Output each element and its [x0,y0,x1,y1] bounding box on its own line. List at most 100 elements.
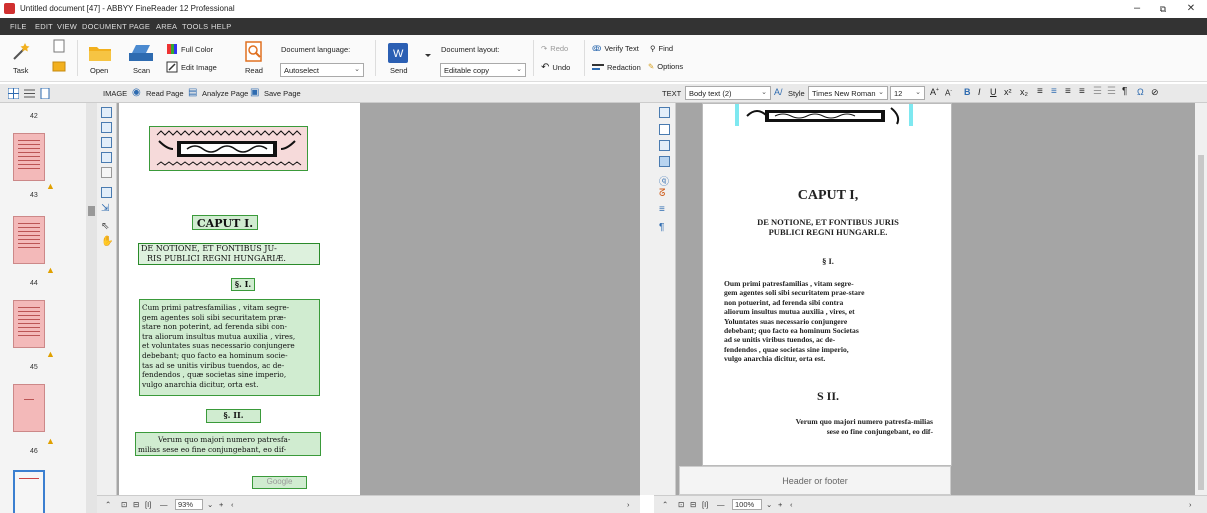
save-page-button[interactable]: Save Page [264,89,301,98]
read-page-button[interactable]: Read Page [146,89,184,98]
undo-button[interactable]: ↶ Undo [541,62,570,73]
check-spelling-icon[interactable]: ᘔ [659,188,670,199]
menu-page[interactable]: PAGE [129,22,150,31]
chevron-right-icon[interactable]: › [627,500,630,509]
background-area-tool-icon[interactable] [101,167,112,178]
table-tool-icon[interactable] [659,156,670,167]
subscript-icon[interactable]: x₂ [1020,87,1028,97]
new-doc-icon[interactable] [52,39,66,53]
scroll-thumb[interactable] [1198,155,1204,490]
underline-icon[interactable]: U [990,87,997,97]
align-left-icon[interactable]: ≡ [1037,86,1043,97]
thumbnail-46[interactable] [13,384,45,432]
picture-tool-icon[interactable] [659,140,670,151]
menu-tools[interactable]: TOOLS [182,22,208,31]
menu-file[interactable]: FILE [10,22,27,31]
show-text-icon[interactable] [659,107,670,118]
recognized-text-page[interactable]: CAPUT I, DE NOTIONE, ET FONTIBUS JURIS P… [702,103,952,466]
hyperlink-icon[interactable]: ⊘ [1151,87,1159,98]
doc-language-select[interactable]: Autoselect ⌄ [280,63,364,77]
analyze-page-button[interactable]: Analyze Page [202,89,248,98]
fit-width-icon[interactable]: ⊟ [690,500,696,509]
zoom-input[interactable]: 93% [175,499,203,510]
justify-icon[interactable]: ≡ [1079,86,1085,97]
heading-text[interactable]: DE NOTIONE, ET FONTIBUS JURIS PUBLICI RE… [703,217,953,237]
chevron-left-icon[interactable]: ‹ [790,500,793,509]
image-pane-scrollbar[interactable] [640,103,654,495]
edit-image-button[interactable]: Edit Image [166,61,217,73]
verify-text-button[interactable]: ↂ Verify Text [592,44,639,53]
list-numbers-icon[interactable]: ☰ [1107,86,1116,97]
font-select[interactable]: Times New Roman ⌄ [808,86,888,100]
thumbnail-grid-icon[interactable] [8,88,19,99]
pilcrow-icon[interactable]: ¶ [1122,86,1127,97]
chevron-left-icon[interactable]: ‹ [231,500,234,509]
caput-heading-text[interactable]: CAPUT I, [703,188,953,204]
send-button[interactable]: Send [390,66,408,75]
font-size-select[interactable]: 12 ⌄ [890,86,925,100]
menu-view[interactable]: VIEW [57,22,77,31]
superscript-icon[interactable]: x² [1004,87,1012,97]
menu-document[interactable]: DOCUMENT [82,22,127,31]
section-1-area[interactable]: §. I. [231,278,255,291]
close-button[interactable]: ✕ [1181,3,1201,14]
style-button[interactable]: Style [788,89,805,98]
redaction-button[interactable]: Redaction [592,62,641,72]
zoom-in-icon[interactable]: + [778,500,782,509]
header-footer-area[interactable]: Header or footer [679,466,951,495]
image-pane[interactable]: CAPUT I. DE NOTIONE, ET FONTIBUS JU- RIS… [117,103,640,495]
thumbnail-44[interactable] [13,216,45,264]
section-2-text[interactable]: S II. [703,389,953,404]
redo-button[interactable]: ↷ Redo [541,44,568,53]
chevron-down-icon[interactable]: ⌄ [766,500,772,509]
grow-font-icon[interactable]: A+ [930,87,939,97]
fit-page-icon[interactable]: ⊡ [678,500,684,509]
scan-button[interactable]: Scan [133,66,150,75]
task-button[interactable]: Task [13,66,28,75]
text-pane-scrollbar[interactable] [1195,103,1207,495]
collapse-icon[interactable]: ⌃ [105,500,111,509]
shrink-font-icon[interactable]: A- [945,88,952,98]
body-text-area[interactable]: Cum primi patresfamilias , vitam segre- … [139,299,320,396]
body-text-area-2[interactable]: Verum quo majori numero patresfa- milias… [135,432,321,456]
collapse-icon[interactable]: ⌃ [662,500,668,509]
menu-help[interactable]: HELP [211,22,231,31]
actual-size-icon[interactable]: [I] [702,500,708,509]
select-pointer-icon[interactable]: ⇖ [101,221,112,232]
chevron-right-icon[interactable]: › [1189,500,1192,509]
body-text-2[interactable]: Verum quo majori numero patresfa-milias … [721,417,933,436]
verify-icon[interactable]: ⓠ [659,173,670,188]
save-doc-icon[interactable] [52,59,66,73]
barcode-area-tool-icon[interactable] [101,187,112,198]
text-pane[interactable]: CAPUT I, DE NOTIONE, ET FONTIBUS JURIS P… [676,103,1195,495]
thumbnail-47-selected[interactable] [13,470,45,513]
thumbnail-scrollbar[interactable] [86,103,97,513]
align-right-icon[interactable]: ≡ [1065,86,1071,97]
table-area-tool-icon[interactable] [101,152,112,163]
fit-width-icon[interactable]: ⊟ [133,500,139,509]
full-color-button[interactable]: Full Color [166,43,213,55]
section-1-text[interactable]: § I. [703,256,953,266]
text-area-tool-icon[interactable] [101,107,112,118]
bold-icon[interactable]: B [964,87,971,97]
special-char-button[interactable]: Ω [1137,87,1144,97]
zoom-input[interactable]: 100% [732,499,762,510]
thumbnail-list-icon[interactable] [24,88,35,99]
add-area-icon[interactable]: ⇲ [101,203,112,214]
doc-layout-select[interactable]: Editable copy ⌄ [440,63,526,77]
list-bullets-icon[interactable]: ☰ [1093,86,1102,97]
section-2-area[interactable]: §. II. [206,409,261,423]
heading-area-selected[interactable]: DE NOTIONE, ET FONTIBUS JU- RIS PUBLICI … [138,243,320,265]
find-button[interactable]: ⚲ Find [650,44,673,53]
align-center-icon[interactable]: ≡ [1051,86,1057,97]
body-text[interactable]: Oum primi patresfamilias , vitam segre- … [724,279,932,364]
page-view-icon[interactable] [659,124,670,135]
format-icon[interactable]: ≡ [659,204,670,215]
italic-icon[interactable]: I [978,87,981,97]
menu-area[interactable]: AREA [156,22,177,31]
fit-page-icon[interactable]: ⊡ [121,500,127,509]
maximize-button[interactable]: ⧉ [1153,4,1173,15]
thumbnail-43[interactable] [13,133,45,181]
zoom-out-icon[interactable]: — [160,500,168,509]
minimize-button[interactable]: – [1127,2,1147,14]
